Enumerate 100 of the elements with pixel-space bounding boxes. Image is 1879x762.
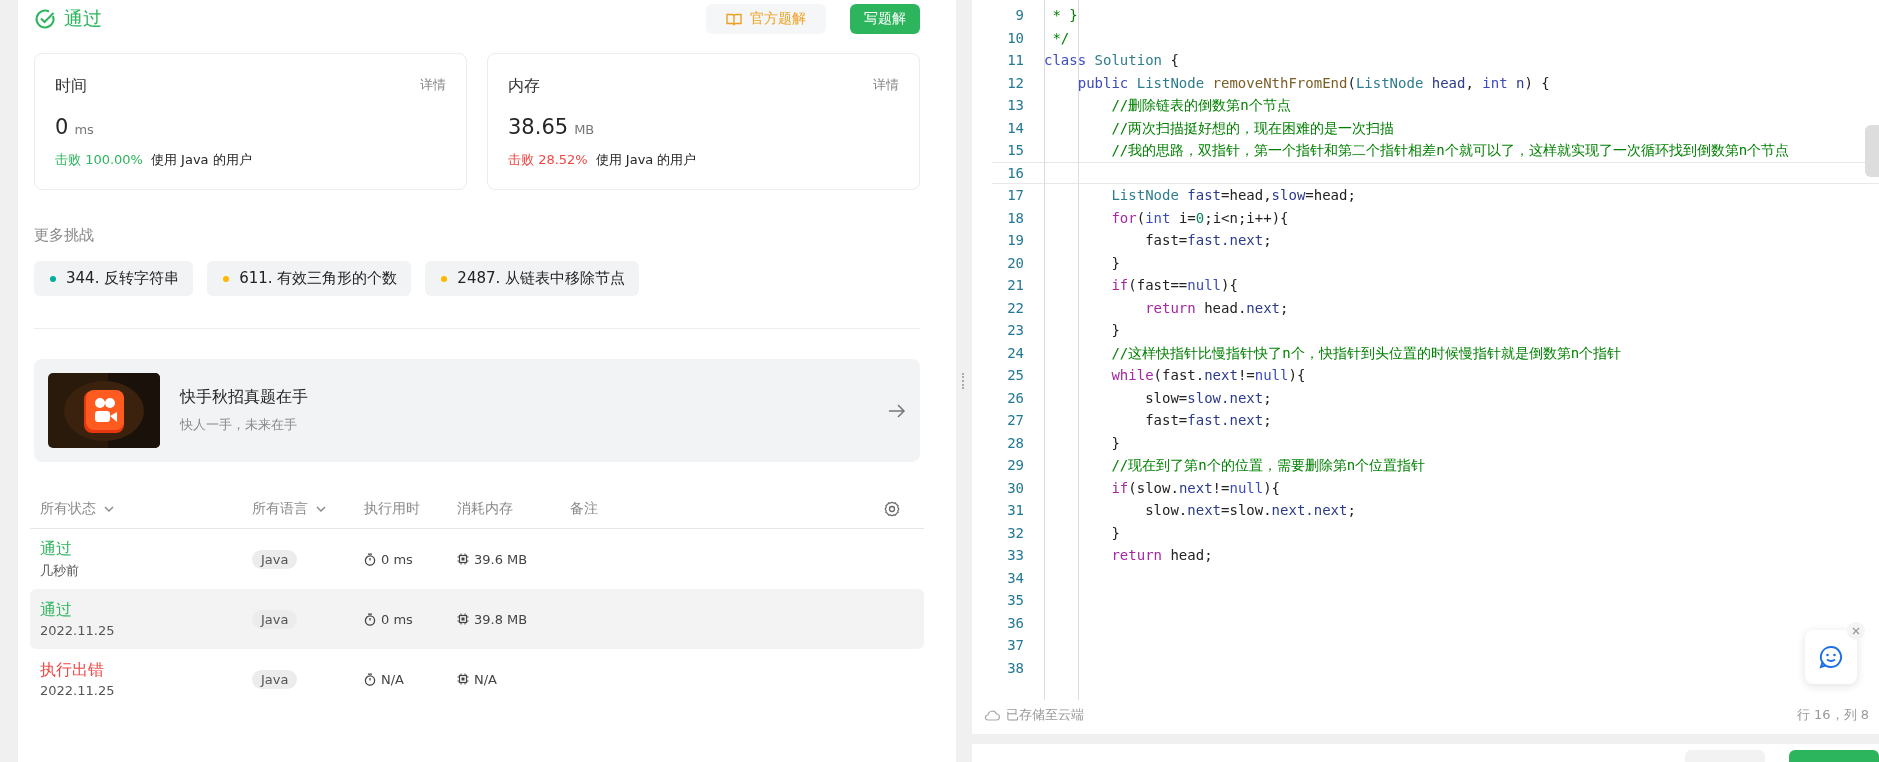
line-number: 9 <box>1014 6 1024 25</box>
chip-icon <box>457 553 469 565</box>
settings-icon[interactable] <box>884 501 900 517</box>
official-solution-button[interactable]: 官方题解 <box>706 4 826 34</box>
detail-link[interactable]: 详情 <box>420 76 446 97</box>
line-number: 24 <box>1006 343 1024 363</box>
line-number: 27 <box>1006 411 1024 430</box>
code-line: return head; <box>1110 547 1213 563</box>
cursor-position: 行 16，列 8 <box>1796 706 1869 724</box>
line-number: 20 <box>1006 253 1024 273</box>
filter-dropdown[interactable]: 所有语言 <box>252 500 326 518</box>
stat-value: 0 <box>55 115 69 139</box>
code-line: for(int i=0;i<n;i++){ <box>1110 209 1289 226</box>
line-number: 16 <box>1006 163 1024 183</box>
line-number: 33 <box>1006 546 1024 565</box>
code-line: if(slow.next!=null){ <box>1110 479 1281 496</box>
write-solution-button[interactable]: 写题解 <box>850 4 920 34</box>
stat-value: 38.65 <box>508 115 569 139</box>
stopwatch-icon <box>364 612 376 626</box>
chip-icon <box>457 673 469 685</box>
language-tag: Java <box>252 669 298 689</box>
code-line: slow=slow.next; <box>1144 389 1272 406</box>
line-number: 29 <box>1006 456 1024 475</box>
memory-value: 39.6 MB <box>474 551 528 567</box>
line-number: 28 <box>1006 433 1024 453</box>
language-tag: Java <box>252 609 298 629</box>
column-header: 执行用时 <box>364 500 420 518</box>
submission-date: 2022.11.25 <box>40 683 116 698</box>
save-status: 已存储至云端 <box>1006 706 1084 724</box>
code-line: fast=fast.next; <box>1144 412 1272 428</box>
beat-caption: 使用 Java 的用户 <box>595 151 697 169</box>
code-line: } <box>1110 254 1120 271</box>
memory-value: 39.8 MB <box>474 611 528 627</box>
stat-title: 内存 <box>508 76 540 97</box>
beat-percentage: 击败 100.00% <box>55 151 143 169</box>
submit-button[interactable] <box>1789 750 1879 762</box>
language-tag: Java <box>252 549 298 569</box>
memory-value: N/A <box>474 671 497 687</box>
arrow-right-icon <box>888 403 906 418</box>
line-number: 31 <box>1006 501 1024 520</box>
line-number: 22 <box>1006 298 1024 318</box>
line-number: 26 <box>1006 388 1024 408</box>
line-number: 34 <box>1006 568 1024 588</box>
line-number: 19 <box>1006 231 1024 250</box>
code-line: } <box>1110 434 1120 451</box>
line-number: 21 <box>1006 276 1024 295</box>
line-number: 17 <box>1006 186 1024 205</box>
line-number: 14 <box>1006 118 1024 138</box>
banner-subtitle: 快人一手，未来在手 <box>180 416 298 434</box>
line-number: 15 <box>1006 141 1024 160</box>
stopwatch-icon <box>364 672 376 686</box>
scrollbar[interactable] <box>1865 125 1879 177</box>
submission-status[interactable]: 执行出错 <box>40 660 252 681</box>
line-number: 11 <box>1006 51 1024 70</box>
line-number: 30 <box>1006 478 1024 498</box>
code-line: //现在到了第n个的位置，需要删除第n个位置指针 <box>1110 457 1426 473</box>
column-header: 消耗内存 <box>457 500 513 518</box>
filter-dropdown[interactable]: 所有状态 <box>40 500 114 518</box>
submission-date: 2022.11.25 <box>40 623 116 638</box>
line-number: 36 <box>1006 613 1024 633</box>
code-line: //删除链表的倒数第n个节点 <box>1110 97 1291 113</box>
check-circle-icon <box>34 8 56 30</box>
line-number: 10 <box>1006 28 1024 48</box>
line-number: 13 <box>1006 96 1024 115</box>
detail-link[interactable]: 详情 <box>873 76 899 97</box>
code-line: ListNode fast=head,slow=head; <box>1110 187 1356 203</box>
caret-icon <box>316 506 326 512</box>
line-number: 23 <box>1006 321 1024 340</box>
feedback-button[interactable] <box>1805 630 1857 684</box>
code-line: //我的思路，双指针，第一个指针和第二个指针相差n个就可以了，这样就实现了一次循环找到倒数第n个节点 <box>1110 142 1790 158</box>
banner-title: 快手秋招真题在手 <box>180 387 309 408</box>
stat-title: 时间 <box>55 76 87 97</box>
line-number: 12 <box>1006 73 1024 93</box>
code-line: } <box>1110 322 1120 338</box>
line-number: 35 <box>1006 591 1024 610</box>
code-line: * } <box>1051 7 1078 23</box>
submission-row[interactable]: 通过 2022.11.25 Java 0 ms 39.8 MB <box>30 589 924 649</box>
runtime-value: 0 ms <box>381 611 413 627</box>
runtime-value: N/A <box>381 671 404 687</box>
line-number: 38 <box>1006 658 1024 678</box>
promo-banner[interactable]: 快手秋招真题在手 快人一手，未来在手 <box>34 359 920 462</box>
problem-chip[interactable]: 2487. 从链表中移除节点 <box>425 261 640 296</box>
code-line: public ListNode removeNthFromEnd(ListNode head, int n) { <box>1076 74 1550 91</box>
stat-unit: ms <box>74 122 94 137</box>
problem-chip[interactable]: 344. 反转字符串 <box>34 261 194 296</box>
stat-unit: MB <box>574 122 595 137</box>
code-line: } <box>1110 524 1120 541</box>
submission-status[interactable]: 通过 <box>40 600 252 621</box>
line-number: 18 <box>1006 208 1024 228</box>
column-header: 备注 <box>570 500 598 518</box>
close-icon[interactable] <box>1847 622 1865 640</box>
submission-status[interactable]: 通过 <box>40 538 252 560</box>
code-line: return head.next; <box>1144 299 1289 316</box>
problem-chip[interactable]: 611. 有效三角形的个数 <box>207 261 412 296</box>
chip-icon <box>457 613 469 625</box>
code-line: slow.next=slow.next.next; <box>1144 502 1356 518</box>
cloud-icon <box>984 709 1000 721</box>
stopwatch-icon <box>364 552 376 566</box>
code-line: //两次扫描挺好想的，现在困难的是一次扫描 <box>1110 119 1395 136</box>
smiley-chat-icon <box>1819 645 1843 669</box>
